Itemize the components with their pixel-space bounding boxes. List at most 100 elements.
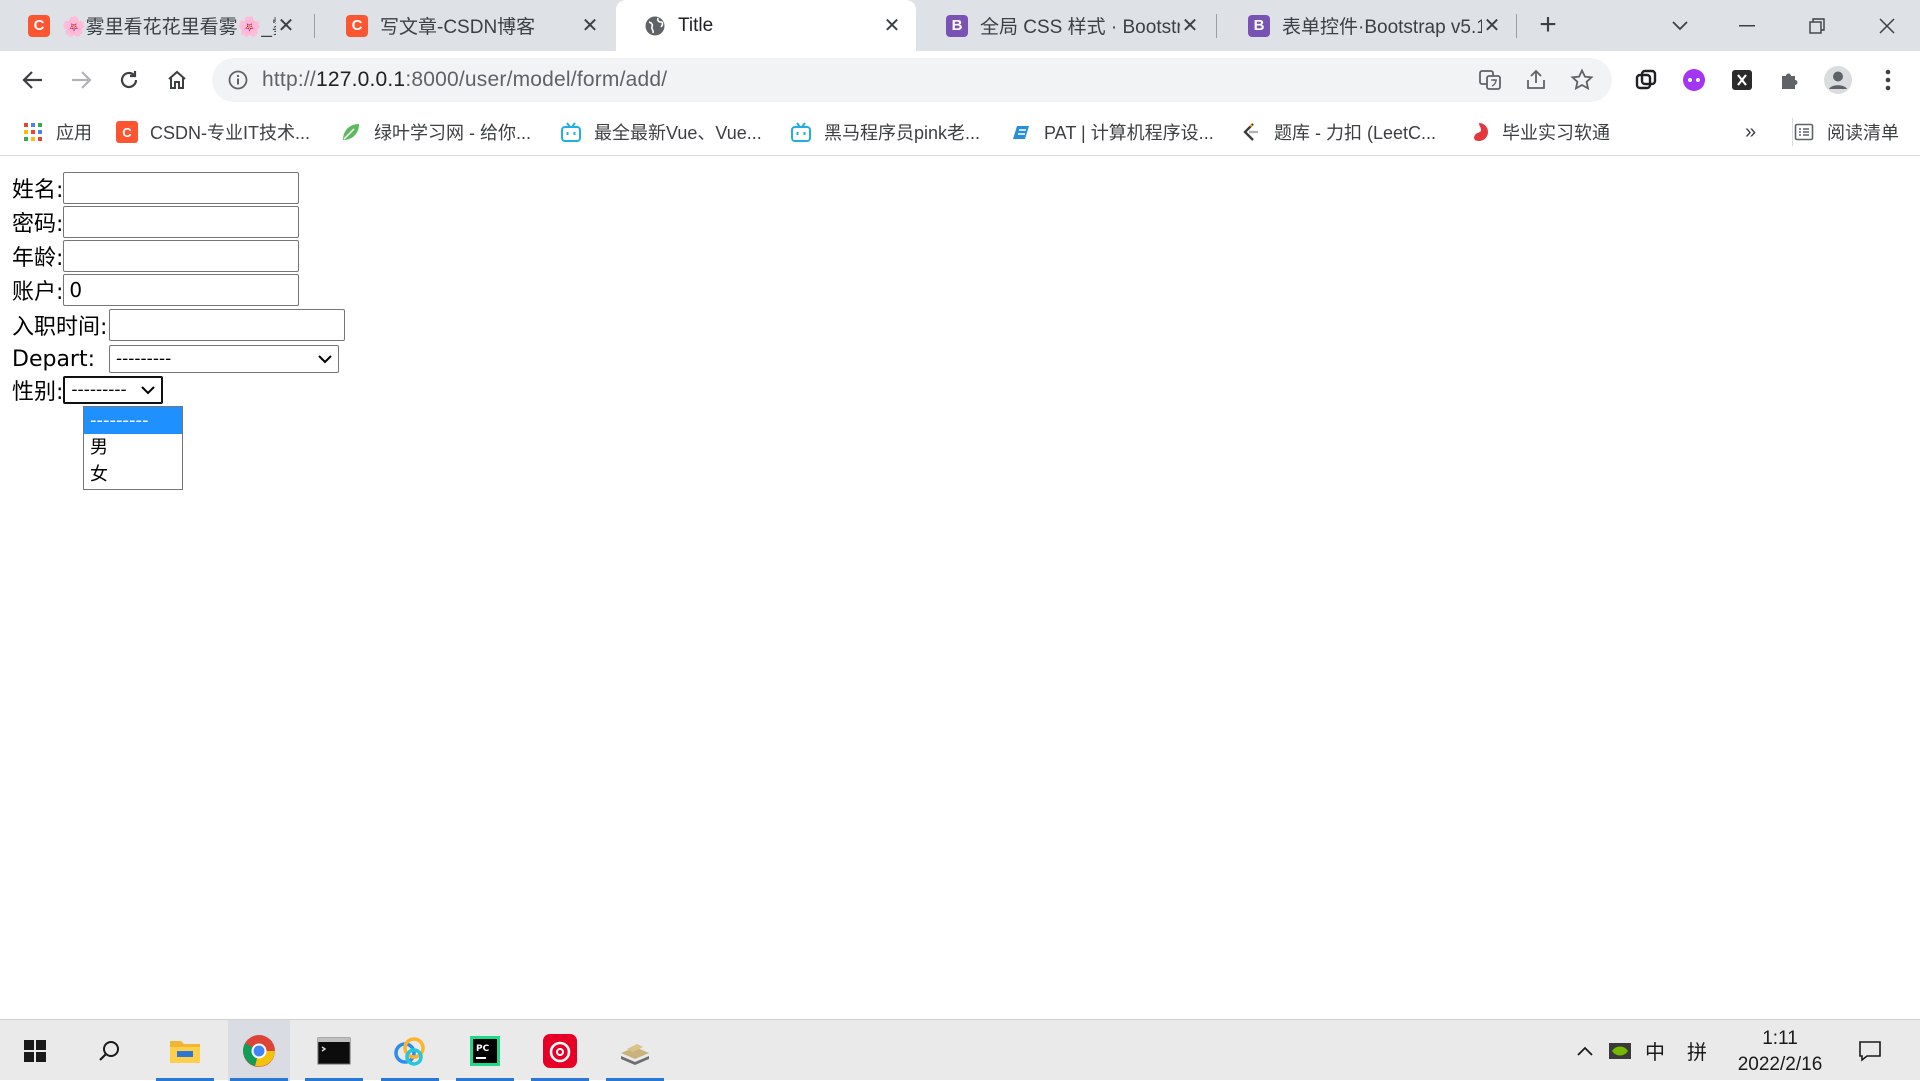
name-input[interactable] [63,172,300,204]
chrome-icon [243,1034,275,1067]
softcom-icon [1468,121,1490,143]
csdn-icon: C [28,14,50,37]
ime-layout-indicator[interactable]: 拼 [1680,1020,1714,1081]
minimize-button[interactable] [1712,0,1782,51]
taskbar-pycharm[interactable]: PC [454,1020,516,1081]
depart-row: Depart: --------- [12,342,340,376]
bilibili-icon [790,121,812,143]
gender-select[interactable]: --------- [63,376,164,404]
close-icon[interactable]: ✕ [882,13,902,38]
windows-logo-icon [24,1039,46,1062]
home-button[interactable] [160,63,194,97]
back-arrow-icon [22,71,42,89]
taskbar-netease-music[interactable] [529,1020,591,1081]
url-host: 127.0.0.1 [315,68,406,91]
search-button[interactable] [78,1020,140,1081]
start-button[interactable] [4,1020,66,1081]
close-icon[interactable]: ✕ [276,13,296,38]
bilibili-icon [560,121,582,143]
svg-text:PC: PC [476,1044,490,1054]
show-hidden-icons-button[interactable] [1568,1020,1602,1081]
page-content: 姓名: 密码: 年龄: 账户: 入职时间: Depart: --------- … [0,157,1920,1019]
nvidia-tray-icon[interactable] [1604,1020,1636,1081]
depart-select[interactable]: --------- [109,345,340,373]
browser-menu-icon[interactable] [1872,64,1904,96]
extension-purple-icon[interactable] [1678,64,1710,96]
close-icon[interactable]: ✕ [1180,13,1200,38]
taskbar-baidu-netdisk[interactable] [379,1020,441,1081]
taskbar-chrome[interactable] [228,1020,290,1081]
gender-option[interactable]: 男 [84,434,182,461]
new-tab-button[interactable]: + [1530,8,1566,44]
create-time-input[interactable] [109,309,346,341]
books-icon [621,1043,649,1065]
leetcode-icon [1240,121,1262,143]
home-icon [168,70,186,89]
tab-separator [1216,14,1217,38]
bookmark-apps[interactable]: 应用 [22,118,92,146]
gender-selected-value: --------- [71,380,127,400]
tab-csdn-write[interactable]: C 写文章-CSDN博客 ✕ [318,0,614,51]
taskbar-clock[interactable]: 1:11 2022/2/16 [1715,1026,1845,1078]
forward-arrow-icon [72,71,92,89]
share-icon[interactable] [1524,68,1548,92]
back-button[interactable] [16,63,50,97]
close-icon[interactable]: ✕ [1482,13,1502,38]
age-row: 年龄: [12,239,300,273]
close-icon[interactable]: ✕ [580,13,600,38]
bookmarks-overflow-button[interactable]: » [1745,118,1756,146]
taskbar-file-explorer[interactable] [154,1020,216,1081]
gender-option[interactable]: 女 [84,461,182,488]
url-text[interactable]: http://127.0.0.1:8000/user/model/form/ad… [262,68,667,92]
bookmark-item[interactable]: C CSDN-专业IT技术... [116,118,310,146]
gender-option[interactable]: --------- [84,407,182,434]
password-input[interactable] [63,206,300,238]
globe-icon [644,15,666,37]
taskbar-terminal[interactable] [303,1020,365,1081]
tab-title-active[interactable]: Title ✕ [616,0,916,51]
action-center-button[interactable] [1850,1020,1890,1081]
tab-bootstrap-css[interactable]: B 全局 CSS 样式 · Bootstrap ✕ [918,0,1214,51]
reading-list-button[interactable]: 阅读清单 [1792,118,1899,146]
bookmark-item[interactable]: 毕业实习软通 [1468,118,1610,146]
tab-search-button[interactable] [1645,0,1715,51]
tab-separator [314,14,315,38]
restore-icon [1809,17,1825,34]
bookmark-item[interactable]: PAT | 计算机程序设... [1010,118,1214,146]
ime-mode-indicator[interactable]: 中 [1638,1020,1672,1081]
bookmark-label: CSDN-专业IT技术... [150,123,310,143]
create-time-row: 入职时间: [12,308,346,342]
account-input[interactable] [63,274,300,306]
gender-row: 性别: --------- [12,373,164,407]
taskbar-app-stack[interactable] [604,1020,666,1081]
extensions-puzzle-icon[interactable] [1774,64,1806,96]
bookmark-label: 题库 - 力扣 (LeetC... [1274,123,1437,143]
terminal-icon [317,1037,351,1064]
chevron-down-icon [141,385,156,394]
star-icon[interactable] [1570,68,1594,92]
bootstrap-icon: B [946,14,968,37]
extension-copy-icon[interactable] [1630,64,1662,96]
account-label: 账户: [12,280,64,305]
tab-csdn-article[interactable]: C 🌸雾里看花花里看雾🌸_雾 ✕ [0,0,310,51]
close-window-button[interactable] [1852,0,1920,51]
profile-avatar-icon[interactable] [1822,64,1854,96]
bookmark-item[interactable]: 黑马程序员pink老... [790,118,980,146]
tab-bootstrap-forms[interactable]: B 表单控件·Bootstrap v5.1 ✕ [1220,0,1516,51]
chevron-double-right-icon: » [1745,120,1757,143]
bookmark-item[interactable]: 绿叶学习网 - 给你... [340,118,531,146]
age-label: 年龄: [12,246,64,271]
folder-icon [170,1040,200,1063]
age-input[interactable] [63,240,300,272]
info-icon [228,70,248,90]
forward-button[interactable] [64,63,98,97]
bookmark-item[interactable]: 题库 - 力扣 (LeetC... [1240,118,1436,146]
reload-button[interactable] [112,63,146,97]
extension-x-icon[interactable] [1726,64,1758,96]
bookmark-label: 毕业实习软通 [1502,123,1610,143]
bookmark-item[interactable]: 最全最新Vue、Vue... [560,118,762,146]
restore-button[interactable] [1782,0,1852,51]
url-scheme: http:// [262,68,316,91]
translate-icon[interactable] [1478,68,1502,92]
address-bar[interactable]: http://127.0.0.1:8000/user/model/form/ad… [212,58,1612,102]
